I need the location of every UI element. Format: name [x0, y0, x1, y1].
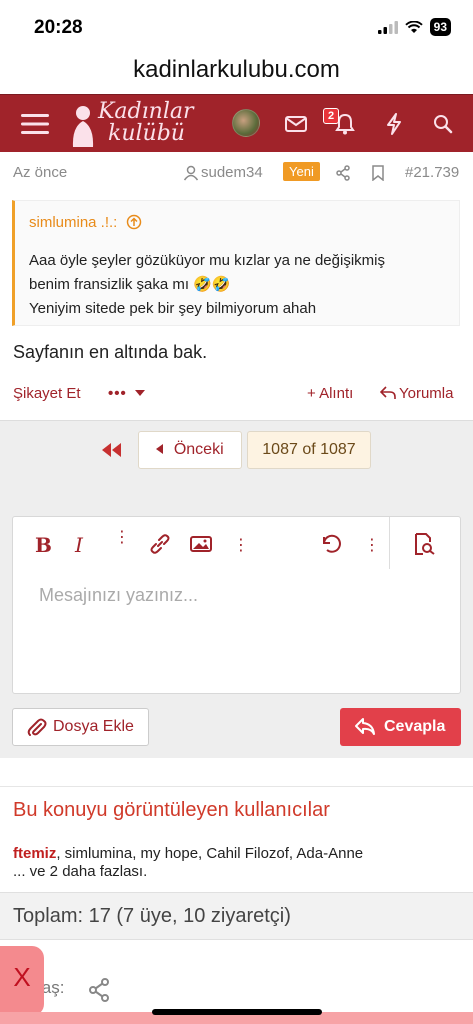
notification-badge: 2: [323, 108, 340, 124]
reply-editor-area: B I ⋮ ⋮ ⋮ Mesajınızı yazınız... Dosya Ek…: [0, 500, 473, 758]
preview-icon[interactable]: [413, 533, 435, 555]
quote-block: simlumina .!.: Aaa öyle şeyler gözüküyor…: [12, 200, 460, 326]
more-insert-icon[interactable]: ⋮: [233, 535, 249, 555]
viewers-title: Bu konuyu görüntüleyen kullanıcılar: [13, 799, 330, 821]
quote-line: Aaa öyle şeyler gözüküyor mu kızlar ya n…: [29, 252, 385, 269]
more-format-icon[interactable]: ⋮: [114, 530, 130, 546]
user-avatar[interactable]: [232, 109, 260, 137]
site-header: Kadınlar kulübü: [0, 94, 473, 152]
undo-icon[interactable]: [320, 533, 342, 555]
caret-down-icon: [134, 390, 145, 396]
menu-icon[interactable]: [20, 109, 50, 139]
previous-page-button[interactable]: Önceki: [138, 431, 242, 469]
post-time[interactable]: Az önce: [13, 164, 67, 181]
more-dots: •••: [108, 385, 127, 402]
italic-icon[interactable]: I: [75, 533, 83, 557]
status-time: 20:28: [34, 17, 83, 38]
post-meta: Az önce sudem34 Yeni #21.739: [0, 160, 473, 186]
reply-arrow-icon: [355, 718, 375, 735]
viewer-total: Toplam: 17 (7 üye, 10 ziyaretçi): [0, 892, 473, 940]
wifi-icon: [404, 20, 423, 33]
viewer-total-text: Toplam: 17 (7 üye, 10 ziyaretçi): [13, 905, 291, 927]
post-text: Sayfanın en altında bak.: [13, 342, 208, 362]
status-bar: 20:28 93: [0, 0, 473, 52]
post-author[interactable]: sudem34: [201, 164, 263, 181]
thread-viewers: Bu konuyu görüntüleyen kullanıcılar ftem…: [0, 786, 473, 892]
post-number[interactable]: #21.739: [405, 164, 459, 181]
message-editor[interactable]: B I ⋮ ⋮ ⋮ Mesajınızı yazınız...: [12, 516, 461, 694]
signal-icon: [377, 20, 398, 34]
toolbar-divider: [389, 517, 390, 569]
new-badge: Yeni: [283, 162, 320, 181]
editor-placeholder: Mesajınızı yazınız...: [39, 585, 199, 605]
image-icon[interactable]: [190, 536, 212, 552]
share-icon[interactable]: [88, 978, 110, 1002]
paperclip-icon: [27, 718, 47, 736]
search-icon[interactable]: [428, 109, 458, 139]
reply-link[interactable]: Yorumla: [399, 385, 453, 402]
home-indicator: [152, 1009, 322, 1015]
attach-file-button[interactable]: Dosya Ekle: [12, 708, 149, 746]
more-options-icon[interactable]: ⋮: [364, 535, 380, 555]
logo-text-top: Kadınlar: [98, 99, 194, 124]
reply-icon[interactable]: [380, 386, 396, 400]
status-icons: 93: [377, 18, 451, 36]
lightning-icon[interactable]: [379, 109, 409, 139]
quote-body: Aaa öyle şeyler gözüküyor mu kızlar ya n…: [29, 249, 449, 321]
viewers-more[interactable]: ... ve 2 daha fazlası.: [13, 863, 147, 880]
quote-author-name[interactable]: simlumina .!.:: [29, 214, 117, 231]
quote-line: Yeniyim sitede pek bir şey bilmiyorum ah…: [29, 300, 317, 317]
post-actions: Şikayet Et ••• + Alıntı Yorumla: [0, 382, 473, 406]
editor-toolbar: B I ⋮ ⋮ ⋮: [13, 517, 462, 569]
reply-button-label: Cevapla: [384, 718, 446, 735]
report-button[interactable]: Şikayet Et: [13, 385, 81, 402]
url-bar[interactable]: kadinlarkulubu.com: [0, 52, 473, 94]
attach-file-label: Dosya Ekle: [53, 718, 134, 735]
close-ad-button[interactable]: X: [0, 946, 44, 1016]
battery-indicator: 93: [429, 18, 451, 36]
site-logo[interactable]: Kadınlar kulübü: [68, 99, 198, 149]
first-page-icon[interactable]: [102, 443, 122, 462]
bold-icon[interactable]: B: [35, 533, 52, 557]
current-page-indicator[interactable]: 1087 of 1087: [247, 431, 371, 469]
viewer-link[interactable]: ftemiz: [13, 845, 56, 862]
link-icon[interactable]: [149, 534, 171, 554]
viewers-list: ftemiz, simlumina, my hope, Cahil Filozo…: [13, 843, 463, 865]
quote-author[interactable]: simlumina .!.:: [29, 214, 142, 231]
viewer-names[interactable]: , simlumina, my hope, Cahil Filozof, Ada…: [56, 845, 363, 862]
arrow-up-circle-icon[interactable]: [126, 214, 142, 230]
quote-line: benim fransizlik şaka mı 🤣🤣: [29, 276, 231, 293]
quote-button[interactable]: + Alıntı: [307, 385, 353, 402]
share-icon[interactable]: [335, 165, 351, 181]
mail-icon[interactable]: [281, 109, 311, 139]
user-icon: [183, 165, 199, 181]
caret-left-icon: [156, 444, 164, 454]
more-menu-button[interactable]: •••: [108, 385, 145, 402]
previous-page-label: Önceki: [173, 441, 224, 458]
bookmark-icon[interactable]: [372, 165, 384, 181]
pagination-area: Önceki 1087 of 1087: [0, 420, 473, 500]
logo-text-bottom: kulübü: [108, 121, 185, 146]
reply-button[interactable]: Cevapla: [340, 708, 461, 746]
